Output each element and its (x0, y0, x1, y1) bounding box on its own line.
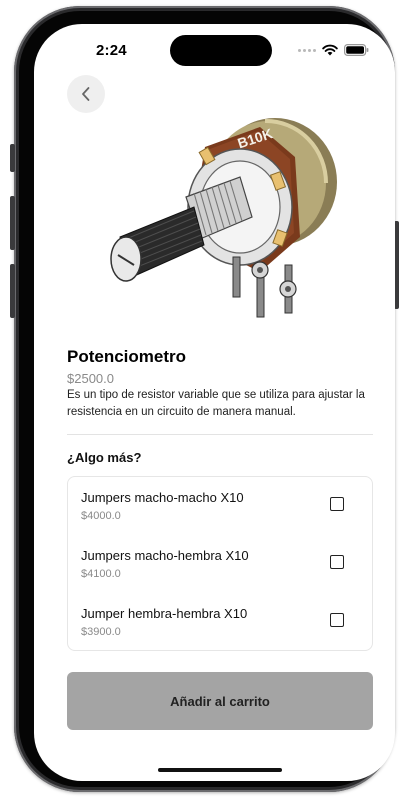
volume-down-button (10, 264, 15, 318)
addon-price: $4000.0 (81, 510, 121, 522)
addon-checkbox[interactable] (330, 555, 344, 569)
wifi-icon (322, 44, 338, 56)
product-description: Es un tipo de resistor variable que se u… (67, 389, 365, 418)
add-to-cart-button[interactable]: Añadir al carrito (67, 672, 373, 730)
addon-price: $3900.0 (81, 626, 121, 638)
volume-up-button (10, 196, 15, 250)
list-item[interactable]: Jumper hembra-hembra X10 $3900.0 (68, 593, 372, 651)
product-price: $2500.0 (67, 371, 114, 386)
addon-checkbox[interactable] (330, 497, 344, 511)
dynamic-island (170, 35, 272, 66)
addon-name: Jumpers macho-macho X10 (81, 490, 244, 505)
addon-name: Jumpers macho-hembra X10 (81, 548, 249, 563)
silent-switch (10, 144, 15, 172)
screen: 2:24 B10K Potenciometro $2500.0 Es un ti… (34, 24, 395, 781)
home-indicator[interactable] (158, 768, 282, 772)
product-title: Potenciometro (67, 347, 187, 366)
addons-list: Jumpers macho-macho X10 $4000.0 Jumpers … (67, 476, 373, 651)
addon-checkbox[interactable] (330, 613, 344, 627)
addon-name: Jumper hembra-hembra X10 (81, 606, 248, 621)
addons-title: ¿Algo más? (67, 450, 142, 465)
product-image: B10K (110, 118, 337, 318)
signal-dots-icon (298, 48, 316, 52)
status-icons (298, 44, 369, 56)
divider (67, 434, 373, 435)
list-item[interactable]: Jumpers macho-hembra X10 $4100.0 (68, 535, 372, 593)
status-time: 2:24 (96, 42, 127, 59)
battery-icon (344, 44, 369, 56)
addon-price: $4100.0 (81, 568, 121, 580)
list-item[interactable]: Jumpers macho-macho X10 $4000.0 (68, 477, 372, 535)
phone-frame: 2:24 B10K Potenciometro $2500.0 Es un ti… (10, 6, 399, 792)
